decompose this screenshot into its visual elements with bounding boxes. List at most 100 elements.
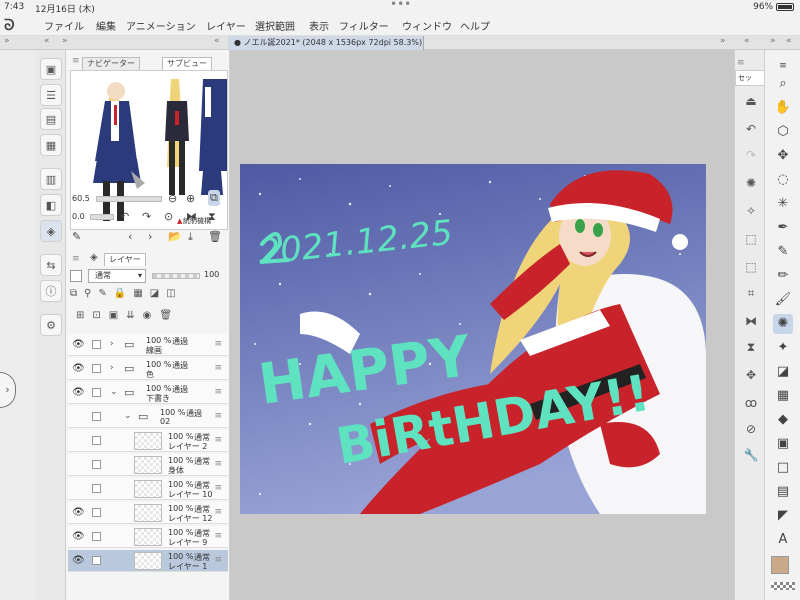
layer-name[interactable]: レイヤー 9 bbox=[168, 537, 207, 548]
layer-visibility-icon[interactable]: 👁 bbox=[72, 531, 85, 542]
layer-name[interactable]: レイヤー 2 bbox=[168, 441, 207, 452]
layer-row[interactable]: ⌄ ▭ 100 % 通過 02 ≡ bbox=[68, 406, 228, 428]
layer-name[interactable]: レイヤー 12 bbox=[168, 513, 212, 524]
layer-row[interactable]: 👁 100 % 通常 レイヤー 12 ≡ bbox=[68, 502, 228, 524]
menu-layer[interactable]: レイヤー bbox=[206, 18, 246, 33]
collapse-left-icon[interactable]: » bbox=[4, 36, 10, 46]
lasso-icon[interactable]: ꝏ bbox=[741, 396, 761, 414]
sub-tool-menu-icon[interactable]: ≡ bbox=[737, 58, 745, 68]
previous-image-icon[interactable]: ‹ bbox=[128, 230, 132, 243]
fit-view-icon[interactable]: ⧉ bbox=[208, 190, 220, 206]
layer-select-checkbox[interactable] bbox=[92, 508, 101, 517]
settings-icon[interactable]: ⚙ bbox=[40, 314, 62, 336]
layer-drag-handle-icon[interactable]: ≡ bbox=[214, 483, 222, 493]
layer-row[interactable]: 100 % 通常 レイヤー 2 ≡ bbox=[68, 430, 228, 452]
layer-name[interactable]: 身体 bbox=[168, 465, 184, 476]
layer-select-checkbox[interactable] bbox=[92, 460, 101, 469]
eyedropper-tool-icon[interactable]: ✒ bbox=[773, 218, 793, 238]
layer-select-checkbox[interactable] bbox=[92, 340, 101, 349]
new-folder-icon[interactable]: ▣ bbox=[109, 310, 126, 321]
collapse-panel-icon[interactable]: « bbox=[214, 36, 220, 46]
flip-vertical-tool-icon[interactable]: ⧗ bbox=[741, 340, 761, 358]
canvas-area[interactable]: 2021.12.25 HAPPY BiRtHDAY!! bbox=[230, 50, 734, 600]
layer-row[interactable]: 100 % 通常 身体 ≡ bbox=[68, 454, 228, 476]
tool-property-icon[interactable]: ☰ bbox=[40, 84, 62, 106]
layer-name[interactable]: レイヤー 1 bbox=[168, 561, 207, 572]
menu-file[interactable]: ファイル bbox=[44, 18, 84, 33]
eraser-tool-icon[interactable]: ◪ bbox=[773, 362, 793, 382]
mask-enable-icon[interactable]: ◪ bbox=[150, 288, 166, 299]
info-icon[interactable]: ⓘ bbox=[40, 280, 62, 302]
layer-select-checkbox[interactable] bbox=[92, 436, 101, 445]
brush-tool-icon[interactable]: 🖌 bbox=[773, 290, 793, 310]
transform-icon[interactable]: ⬚ bbox=[741, 260, 761, 278]
menu-selection[interactable]: 選択範囲 bbox=[255, 18, 295, 33]
layer-drag-handle-icon[interactable]: ≡ bbox=[214, 531, 222, 541]
layer-drag-handle-icon[interactable]: ≡ bbox=[214, 387, 222, 397]
new-vector-layer-icon[interactable]: ⊡ bbox=[92, 310, 108, 321]
open-folder-icon[interactable]: 📂 bbox=[168, 230, 182, 243]
layer-name[interactable]: 02 bbox=[160, 417, 170, 426]
rotation-slider[interactable] bbox=[90, 214, 114, 220]
layer-select-checkbox[interactable] bbox=[92, 532, 101, 541]
collapse-right2-icon[interactable]: « bbox=[744, 36, 750, 46]
next-image-icon[interactable]: › bbox=[148, 230, 152, 243]
zoom-out-icon[interactable]: ⊖ bbox=[168, 192, 177, 205]
figure-tool-icon[interactable]: □ bbox=[773, 458, 793, 478]
menu-help[interactable]: ヘルプ bbox=[460, 18, 490, 33]
layer-name[interactable]: 下書き bbox=[146, 393, 170, 404]
clip-layer-icon[interactable]: ⧉ bbox=[70, 288, 84, 299]
auto-select-icon[interactable]: ✳ bbox=[773, 194, 793, 214]
layer-row[interactable]: 👁 › ▭ 100 % 通過 線画 ≡ bbox=[68, 334, 228, 356]
layer-select-checkbox[interactable] bbox=[92, 556, 101, 565]
blend-tool-icon[interactable]: ▦ bbox=[773, 386, 793, 406]
navigator-panel-icon[interactable]: ▣ bbox=[40, 58, 62, 80]
subview-reference-image[interactable]: ▲ 統制機構 bbox=[70, 70, 228, 230]
pencil-tool-icon[interactable]: ✏ bbox=[773, 266, 793, 286]
layer-drag-handle-icon[interactable]: ≡ bbox=[214, 339, 222, 349]
hand-tool-icon[interactable]: ✋ bbox=[773, 98, 793, 118]
decoration-tool-icon[interactable]: ✦ bbox=[773, 338, 793, 358]
rotate-left-icon[interactable]: ↶ bbox=[120, 210, 129, 223]
layer-select-checkbox[interactable] bbox=[92, 364, 101, 373]
rotate-right-icon[interactable]: ↷ bbox=[142, 210, 151, 223]
app-logo-icon[interactable]: ᘐ bbox=[4, 16, 22, 34]
material-icon[interactable]: ▦ bbox=[40, 134, 62, 156]
wrench-icon[interactable]: 🔧 bbox=[741, 448, 761, 466]
flip-vertical-icon[interactable]: ⧗ bbox=[208, 210, 216, 224]
folder-expand-icon[interactable]: › bbox=[110, 363, 114, 373]
lock-transparency-icon[interactable]: ▦ bbox=[133, 288, 149, 299]
layer-select-checkbox[interactable] bbox=[92, 388, 101, 397]
gradient-tool-icon[interactable]: ▣ bbox=[773, 434, 793, 454]
folder-expand-icon[interactable]: ⌄ bbox=[124, 411, 132, 421]
text-tool-icon[interactable]: A bbox=[773, 530, 793, 550]
import-image-icon[interactable]: ⤓ bbox=[188, 230, 193, 244]
new-raster-layer-icon[interactable]: ⊞ bbox=[76, 310, 92, 321]
fill-tool-icon[interactable]: ◆ bbox=[773, 410, 793, 430]
layer-drag-handle-icon[interactable]: ≡ bbox=[214, 555, 222, 565]
blend-mode-select[interactable]: 通常 ▾ bbox=[88, 269, 146, 283]
panel-menu-icon[interactable]: ≡ bbox=[72, 56, 80, 66]
tab-navigator[interactable]: ナビゲーター bbox=[82, 57, 140, 70]
layer-drag-handle-icon[interactable]: ≡ bbox=[214, 411, 222, 421]
layer-visibility-icon[interactable]: 👁 bbox=[72, 555, 85, 566]
tab-layer[interactable]: レイヤー bbox=[104, 253, 146, 266]
layer-row[interactable]: 👁 ⌄ ▭ 100 % 通過 下書き ≡ bbox=[68, 382, 228, 404]
opacity-slider[interactable] bbox=[152, 273, 200, 279]
layer-row[interactable]: 👁 100 % 通常 レイヤー 1 ≡ bbox=[68, 550, 228, 572]
airbrush-tool-icon[interactable]: ✺ bbox=[773, 314, 793, 334]
layer-name[interactable]: レイヤー 10 bbox=[168, 489, 212, 500]
zoom-tool-icon[interactable]: ⌕ bbox=[773, 74, 793, 94]
zoom-in-icon[interactable]: ⊕ bbox=[186, 192, 195, 205]
magic-wand-icon[interactable]: ✧ bbox=[741, 204, 761, 222]
layer-property-icon[interactable]: ◧ bbox=[40, 194, 62, 216]
layer-drag-handle-icon[interactable]: ≡ bbox=[214, 459, 222, 469]
history-icon[interactable]: ⇆ bbox=[40, 254, 62, 276]
layer-visibility-icon[interactable]: 👁 bbox=[72, 387, 85, 398]
layer-row[interactable]: 👁 100 % 通常 レイヤー 9 ≡ bbox=[68, 526, 228, 548]
expand-panel-icon[interactable]: » bbox=[62, 36, 68, 46]
flip-horizontal-icon[interactable]: ⧓ bbox=[186, 210, 197, 223]
menu-animation[interactable]: アニメーション bbox=[126, 18, 196, 33]
main-color-swatch[interactable] bbox=[771, 556, 789, 574]
expand-right-icon[interactable]: » bbox=[770, 36, 776, 46]
